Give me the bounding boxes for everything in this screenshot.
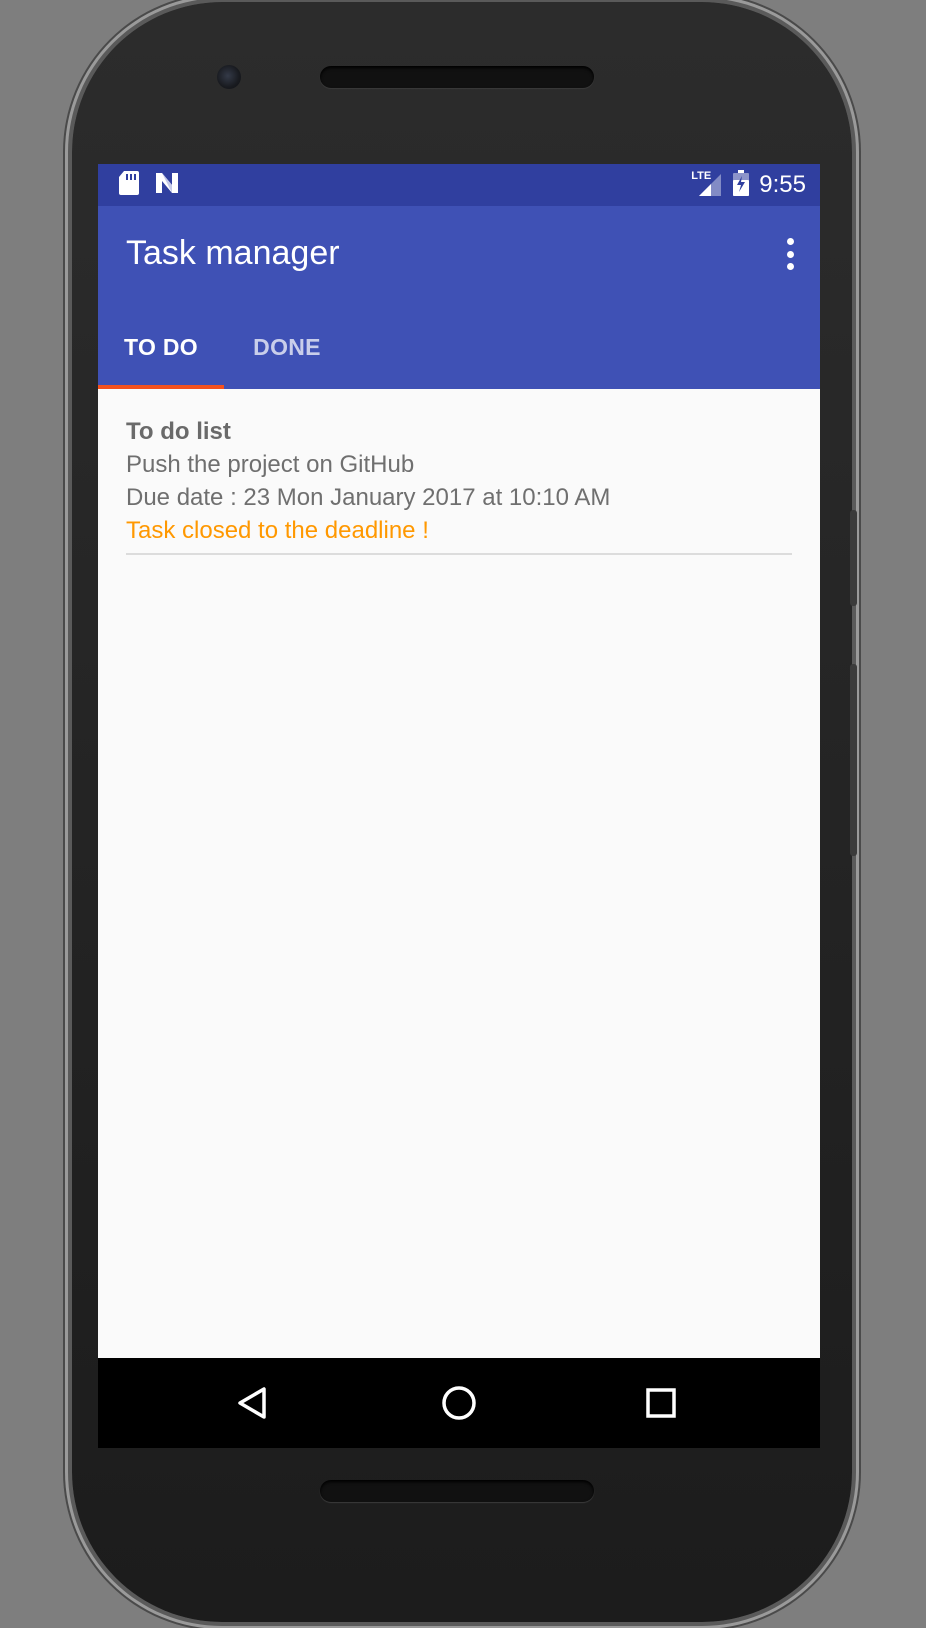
task-list: To do list Push the project on GitHub Du… [98, 389, 820, 1358]
more-vert-icon[interactable] [778, 232, 802, 276]
emulator-background: LTE 9:55 Task manager TO DO DONE To do l… [0, 0, 926, 1628]
tab-done[interactable]: DONE [224, 306, 350, 389]
recents-icon[interactable] [636, 1378, 686, 1428]
status-bar: LTE 9:55 [98, 164, 820, 206]
navigation-bar [98, 1358, 820, 1448]
task-deadline-warning: Task closed to the deadline ! [126, 517, 429, 544]
home-icon[interactable] [434, 1378, 484, 1428]
task-due-date: Due date : 23 Mon January 2017 at 10:10 … [126, 484, 611, 511]
tab-todo-label: TO DO [124, 334, 198, 360]
top-speaker [320, 66, 594, 88]
app-bar: Task manager TO DO DONE [98, 206, 820, 389]
back-icon[interactable] [228, 1378, 278, 1428]
front-camera [217, 65, 241, 89]
battery-icon [733, 169, 750, 201]
task-description: Push the project on GitHub [126, 451, 415, 478]
power-button [850, 664, 857, 856]
status-time: 9:55 [759, 171, 806, 198]
list-item[interactable]: To do list Push the project on GitHub Du… [126, 415, 792, 555]
lte-signal-icon: LTE [691, 170, 723, 198]
status-notifications [118, 170, 180, 201]
sd-card-icon [118, 170, 140, 201]
device-screen: LTE 9:55 Task manager TO DO DONE To do l… [98, 164, 820, 1448]
task-title: To do list [126, 418, 231, 445]
app-title: Task manager [126, 234, 340, 272]
tab-bar: TO DO DONE [98, 306, 350, 389]
n-logo-icon [154, 171, 180, 200]
bottom-speaker [320, 1480, 594, 1502]
tab-todo[interactable]: TO DO [98, 306, 224, 389]
volume-button [850, 510, 857, 606]
status-system-icons: LTE 9:55 [691, 164, 806, 206]
tab-done-label: DONE [253, 334, 321, 360]
lte-label: LTE [691, 170, 712, 182]
